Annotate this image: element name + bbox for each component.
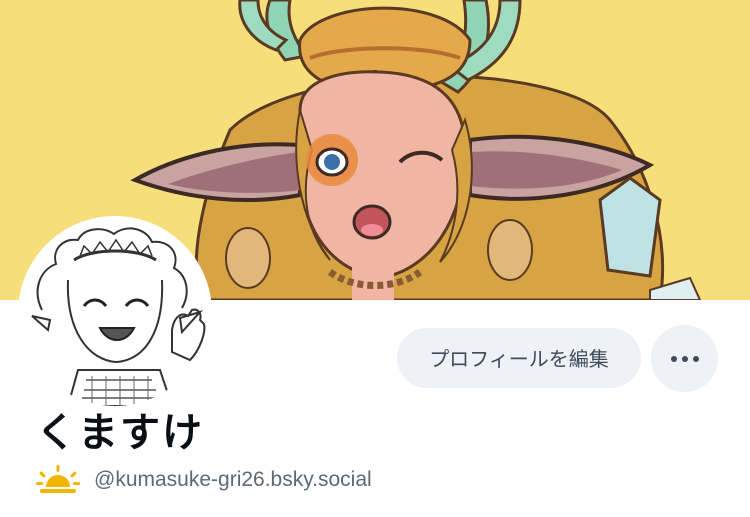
more-dot: [681, 355, 688, 362]
display-name: くますけ: [36, 410, 204, 456]
handle-row: @kumasuke-gri26.bsky.social: [36, 463, 372, 497]
user-handle[interactable]: @kumasuke-gri26.bsky.social: [94, 468, 372, 492]
sun-icon: [36, 465, 80, 493]
avatar-illustration: [22, 220, 208, 406]
more-dot: [692, 355, 699, 362]
more-dots-icon: [670, 355, 677, 362]
profile-page: プロフィールを編集 くますけ @kumasuke-gri26.bsky.soci…: [0, 0, 750, 517]
more-options-button[interactable]: [651, 325, 718, 392]
edit-profile-button[interactable]: プロフィールを編集: [397, 328, 641, 388]
avatar[interactable]: [22, 220, 208, 406]
